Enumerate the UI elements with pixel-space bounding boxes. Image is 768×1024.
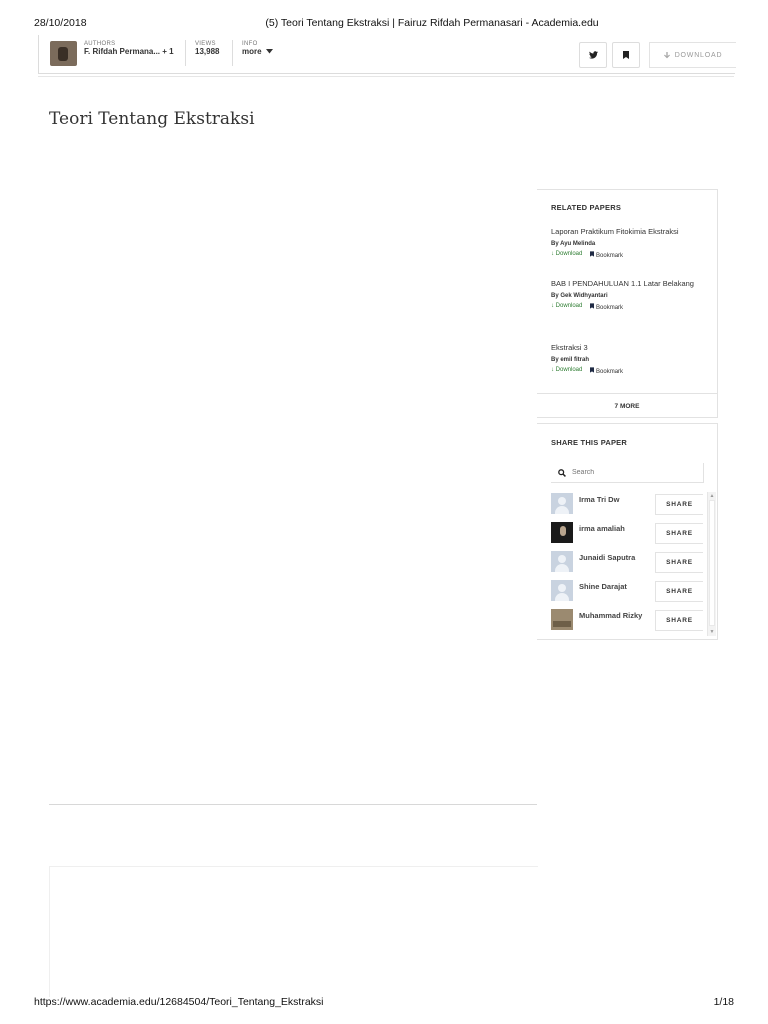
divider bbox=[185, 40, 186, 66]
scroll-up-icon[interactable]: ▲ bbox=[709, 493, 715, 499]
bookmark-icon bbox=[590, 251, 595, 257]
paper-top-bar: AUTHORS F. Rifdah Permana... + 1 VIEWS 1… bbox=[38, 35, 736, 74]
info-more-dropdown[interactable]: more bbox=[242, 47, 273, 56]
related-paper-title[interactable]: BAB I PENDAHULUAN 1.1 Latar Belakang bbox=[551, 278, 703, 290]
related-paper-author[interactable]: By Ayu Melinda bbox=[551, 241, 703, 247]
print-url: https://www.academia.edu/12684504/Teori_… bbox=[34, 996, 324, 1008]
share-button[interactable]: SHARE bbox=[655, 610, 703, 631]
download-arrow-icon: ↓ bbox=[551, 303, 554, 309]
related-paper-item: Laporan Praktikum Fitokimia Ekstraksi By… bbox=[551, 226, 703, 259]
related-paper-item: Ekstraksi 3 By emil fitrah ↓ Download Bo… bbox=[551, 342, 703, 375]
document-page-viewer-next[interactable] bbox=[49, 866, 538, 997]
related-paper-bookmark[interactable]: Bookmark bbox=[590, 303, 623, 311]
print-page-title: (5) Teori Tentang Ekstraksi | Fairuz Rif… bbox=[265, 17, 599, 29]
related-paper-author[interactable]: By Gek Widhyantari bbox=[551, 293, 703, 299]
download-arrow-icon: ↓ bbox=[551, 367, 554, 373]
user-avatar bbox=[551, 522, 573, 543]
related-paper-download[interactable]: ↓ Download bbox=[551, 367, 582, 375]
user-avatar bbox=[551, 551, 573, 572]
share-button[interactable]: SHARE bbox=[655, 523, 703, 544]
user-avatar bbox=[551, 580, 573, 601]
document-page-viewer[interactable] bbox=[49, 188, 537, 805]
share-paper-card: SHARE THIS PAPER Irma Tri Dw SHARE irma … bbox=[537, 423, 718, 640]
share-user-row: Muhammad Rizky SHARE bbox=[551, 609, 707, 631]
user-name: Shine Darajat bbox=[579, 582, 627, 591]
twitter-share-button[interactable] bbox=[579, 42, 607, 68]
download-button[interactable]: DOWNLOAD bbox=[649, 42, 736, 68]
related-papers-card: RELATED PAPERS Laporan Praktikum Fitokim… bbox=[537, 189, 718, 418]
share-heading: SHARE THIS PAPER bbox=[551, 438, 627, 447]
related-paper-actions: ↓ Download Bookmark bbox=[551, 251, 703, 259]
share-user-row: Irma Tri Dw SHARE bbox=[551, 493, 707, 515]
related-paper-title[interactable]: Laporan Praktikum Fitokimia Ekstraksi bbox=[551, 226, 703, 238]
related-paper-bookmark[interactable]: Bookmark bbox=[590, 367, 623, 375]
paper-title: Teori Tentang Ekstraksi bbox=[49, 109, 255, 129]
user-avatar bbox=[551, 493, 573, 514]
related-paper-author[interactable]: By emil fitrah bbox=[551, 357, 703, 363]
bookmark-button[interactable] bbox=[612, 42, 640, 68]
user-name: Junaidi Saputra bbox=[579, 553, 636, 562]
user-name: Muhammad Rizky bbox=[579, 611, 643, 620]
share-user-row: Junaidi Saputra SHARE bbox=[551, 551, 707, 573]
related-paper-title[interactable]: Ekstraksi 3 bbox=[551, 342, 703, 354]
download-arrow-icon: ↓ bbox=[551, 251, 554, 257]
share-list-scrollbar[interactable]: ▲ ▼ bbox=[707, 492, 716, 636]
divider bbox=[232, 40, 233, 66]
user-avatar bbox=[551, 609, 573, 630]
scrollbar-thumb[interactable] bbox=[709, 500, 715, 626]
author-avatar[interactable] bbox=[50, 41, 77, 66]
share-user-row: irma amaliah SHARE bbox=[551, 522, 707, 544]
share-button[interactable]: SHARE bbox=[655, 494, 703, 515]
bookmark-icon bbox=[590, 367, 595, 373]
search-icon bbox=[558, 468, 566, 477]
authors-block[interactable]: AUTHORS F. Rifdah Permana... + 1 bbox=[84, 41, 174, 56]
user-name: irma amaliah bbox=[579, 524, 625, 533]
download-arrow-icon bbox=[663, 51, 670, 58]
print-page-number: 1/18 bbox=[713, 996, 734, 1008]
share-search-input[interactable] bbox=[572, 469, 692, 476]
share-button[interactable]: SHARE bbox=[655, 552, 703, 573]
authors-value[interactable]: F. Rifdah Permana... + 1 bbox=[84, 47, 174, 56]
divider bbox=[38, 76, 734, 77]
bookmark-icon bbox=[590, 303, 595, 309]
share-button[interactable]: SHARE bbox=[655, 581, 703, 602]
related-paper-download[interactable]: ↓ Download bbox=[551, 303, 582, 311]
share-user-row: Shine Darajat SHARE bbox=[551, 580, 707, 602]
related-paper-actions: ↓ Download Bookmark bbox=[551, 367, 703, 375]
user-name: Irma Tri Dw bbox=[579, 495, 620, 504]
twitter-icon bbox=[588, 51, 598, 59]
info-block[interactable]: INFO more bbox=[242, 41, 273, 56]
related-paper-item: BAB I PENDAHULUAN 1.1 Latar Belakang By … bbox=[551, 278, 703, 311]
download-label: DOWNLOAD bbox=[674, 51, 723, 59]
caret-down-icon bbox=[265, 49, 273, 54]
related-papers-heading: RELATED PAPERS bbox=[551, 203, 622, 212]
related-paper-actions: ↓ Download Bookmark bbox=[551, 303, 703, 311]
related-paper-bookmark[interactable]: Bookmark bbox=[590, 251, 623, 259]
share-search-box bbox=[551, 463, 704, 483]
info-more-label: more bbox=[242, 47, 262, 56]
views-block: VIEWS 13,988 bbox=[195, 41, 219, 56]
related-paper-download[interactable]: ↓ Download bbox=[551, 251, 582, 259]
more-related-button[interactable]: 7 MORE bbox=[537, 393, 717, 418]
bookmark-icon bbox=[623, 51, 629, 59]
scroll-down-icon[interactable]: ▼ bbox=[709, 629, 715, 635]
views-value: 13,988 bbox=[195, 47, 220, 56]
